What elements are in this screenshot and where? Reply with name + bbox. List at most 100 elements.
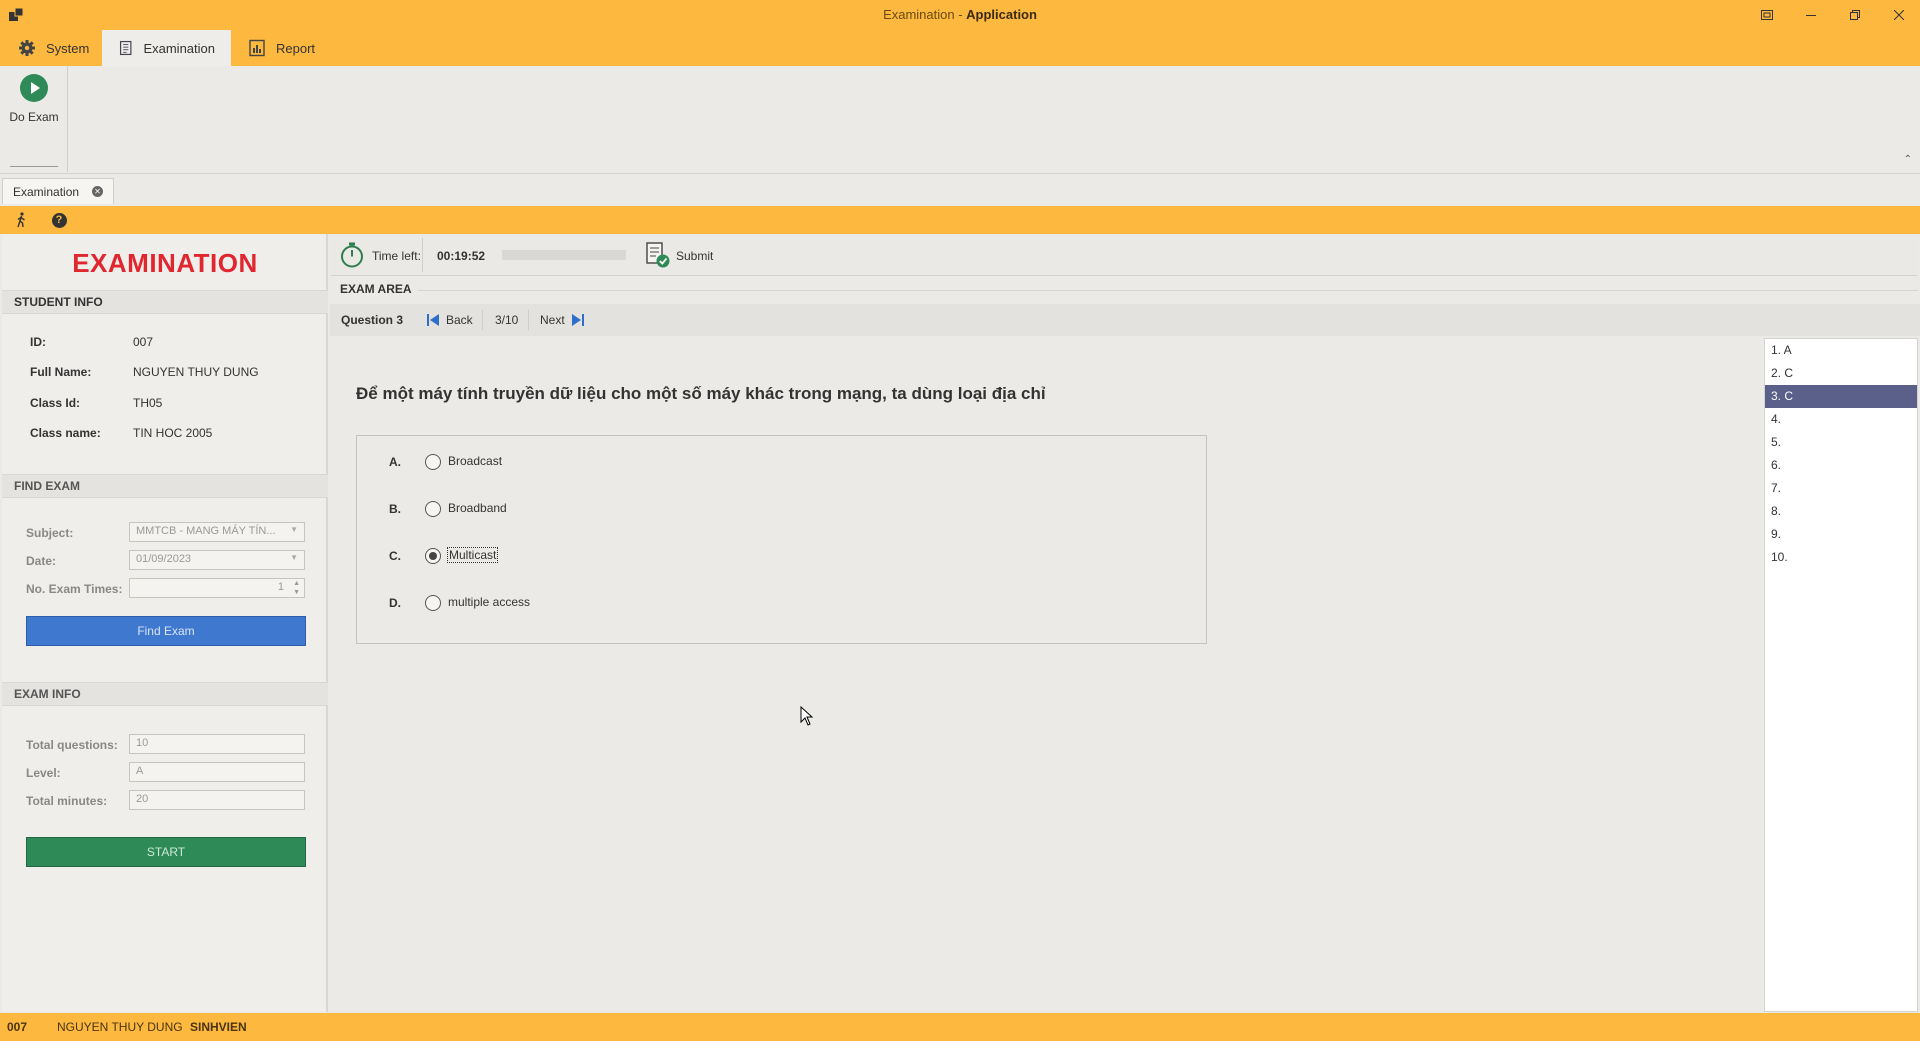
radio-button[interactable] <box>425 454 441 470</box>
help-icon[interactable]: ? <box>50 211 68 229</box>
total-minutes-label: Total minutes: <box>26 794 108 808</box>
question-text: Để một máy tính truyền dữ liệu cho một s… <box>356 384 1046 403</box>
left-panel: EXAMINATION STUDENT INFO ID: 007 Full Na… <box>2 234 328 1012</box>
exam-times-label: No. Exam Times: <box>26 582 123 596</box>
submit-button[interactable]: Submit <box>676 249 713 263</box>
tab-report[interactable]: Report <box>232 30 331 66</box>
student-fullname-row: Full Name: NGUYEN THUY DUNG <box>2 361 328 383</box>
list-item[interactable]: 2. C <box>1765 362 1917 385</box>
list-item[interactable]: 7. <box>1765 477 1917 500</box>
level-row: Level: A <box>2 762 328 784</box>
document-icon <box>119 40 132 56</box>
last-arrow-icon <box>571 314 584 326</box>
option-letter: B. <box>389 502 401 516</box>
stopwatch-icon <box>341 242 363 268</box>
divider <box>418 290 1918 291</box>
total-questions-row: Total questions: 10 <box>2 734 328 756</box>
play-icon <box>20 74 48 102</box>
first-arrow-icon <box>427 314 439 326</box>
radio-button[interactable] <box>425 595 441 611</box>
level-value: A <box>136 765 144 777</box>
start-button[interactable]: START <box>26 837 306 867</box>
collapse-ribbon-icon[interactable]: ⌃ <box>1904 154 1912 165</box>
student-id-row: ID: 007 <box>2 331 328 353</box>
level-label: Level: <box>26 766 61 780</box>
next-button[interactable]: Next <box>540 313 585 327</box>
option-text[interactable]: Multicast <box>447 547 499 563</box>
chevron-down-icon: ▼ <box>290 553 298 562</box>
option-a[interactable]: A. Broadcast <box>357 450 1208 474</box>
tab-system[interactable]: System <box>2 30 105 66</box>
student-classid-label: Class Id: <box>30 396 81 410</box>
list-item[interactable]: 6. <box>1765 454 1917 477</box>
submit-icon[interactable] <box>644 241 672 269</box>
subject-select[interactable]: MMTCB - MANG MÁY TÍN... ▼ <box>129 522 305 542</box>
student-classname-value: TIN HOC 2005 <box>133 426 213 440</box>
close-tab-icon[interactable]: ✕ <box>92 186 103 197</box>
ribbon-body: Do Exam ⌃ <box>0 66 1920 174</box>
status-user-id: 007 <box>7 1020 28 1034</box>
back-label: Back <box>446 313 473 327</box>
restore-docked-icon <box>1761 10 1773 20</box>
student-id-value: 007 <box>133 335 154 349</box>
maximize-button[interactable] <box>1833 0 1877 30</box>
mouse-cursor-icon <box>800 706 814 726</box>
option-text[interactable]: Broadband <box>447 501 508 515</box>
total-minutes-row: Total minutes: 20 <box>2 790 328 812</box>
exam-area-title: EXAM AREA <box>340 282 412 296</box>
option-d[interactable]: D. multiple access <box>357 591 1208 615</box>
divider <box>528 310 529 330</box>
student-info-header: STUDENT INFO <box>2 290 328 314</box>
date-label: Date: <box>26 554 57 568</box>
student-id-label: ID: <box>30 335 46 349</box>
minimize-icon <box>1806 15 1816 16</box>
divider <box>482 310 483 330</box>
subject-row: Subject: MMTCB - MANG MÁY TÍN... ▼ <box>2 522 328 544</box>
minimize-button[interactable] <box>1789 0 1833 30</box>
tab-examination-label: Examination <box>143 40 215 56</box>
radio-button-checked[interactable] <box>425 548 441 564</box>
list-item[interactable]: 4. <box>1765 408 1917 431</box>
student-fullname-value: NGUYEN THUY DUNG <box>133 365 259 379</box>
ribbon-tabs: System Examination Report <box>0 30 1920 66</box>
total-questions-value: 10 <box>136 737 149 749</box>
question-number-label: Question 3 <box>341 313 404 327</box>
date-value: 01/09/2023 <box>136 553 192 565</box>
list-item[interactable]: 1. A <box>1765 339 1917 362</box>
list-item[interactable]: 10. <box>1765 546 1917 569</box>
date-picker[interactable]: 01/09/2023 ▼ <box>129 550 305 570</box>
spinner-icon[interactable]: ▲ ▼ <box>293 579 300 597</box>
title-bar: Examination - Application <box>0 0 1920 30</box>
exam-info-header: EXAM INFO <box>2 682 328 706</box>
walking-person-icon[interactable] <box>12 211 30 229</box>
list-item[interactable]: 5. <box>1765 431 1917 454</box>
back-button[interactable]: Back <box>426 313 473 327</box>
window-title: Examination - Application <box>883 7 1037 22</box>
option-letter: D. <box>389 596 401 610</box>
doc-tab-examination[interactable]: Examination ✕ <box>2 178 114 204</box>
option-text[interactable]: multiple access <box>447 595 531 609</box>
total-minutes-value: 20 <box>136 793 149 805</box>
restore-docked-button[interactable] <box>1745 0 1789 30</box>
option-c[interactable]: C. Multicast <box>357 544 1208 568</box>
group-divider <box>10 166 58 167</box>
option-b[interactable]: B. Broadband <box>357 497 1208 521</box>
tab-examination[interactable]: Examination <box>102 30 231 66</box>
time-left-label: Time left: <box>372 249 421 263</box>
close-button[interactable] <box>1877 0 1920 30</box>
exam-times-value: 1 <box>277 581 284 593</box>
doc-tab-label: Examination <box>13 184 80 199</box>
find-exam-button[interactable]: Find Exam <box>26 616 306 646</box>
status-user-name: NGUYEN THUY DUNG <box>57 1020 183 1034</box>
do-exam-button[interactable]: Do Exam <box>6 74 62 144</box>
divider <box>422 238 423 272</box>
exam-times-stepper[interactable]: 1 ▲ ▼ <box>129 578 305 598</box>
document-tab-strip: Examination ✕ <box>0 174 1920 204</box>
list-item[interactable]: 8. <box>1765 500 1917 523</box>
radio-button[interactable] <box>425 501 441 517</box>
status-bar: 007 NGUYEN THUY DUNG SINHVIEN <box>0 1013 1920 1041</box>
option-text[interactable]: Broadcast <box>447 454 503 468</box>
list-item[interactable]: 9. <box>1765 523 1917 546</box>
list-item-selected[interactable]: 3. C <box>1765 385 1917 408</box>
subject-label: Subject: <box>26 526 74 540</box>
